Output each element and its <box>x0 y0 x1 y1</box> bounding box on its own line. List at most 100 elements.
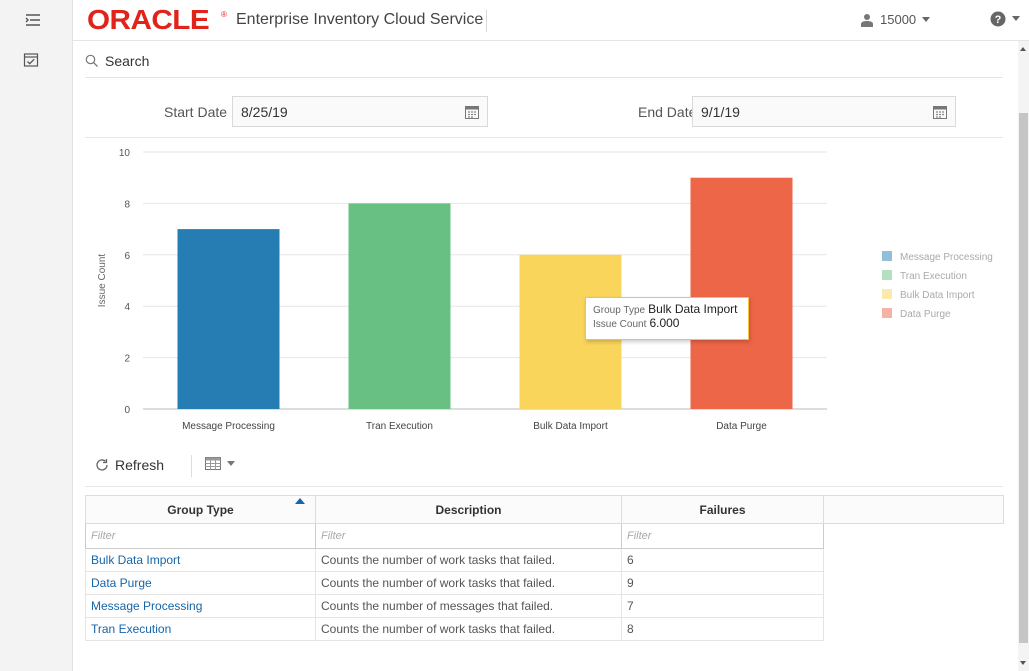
app-title: Enterprise Inventory Cloud Service <box>236 11 484 28</box>
bar[interactable] <box>348 203 451 409</box>
end-date-field[interactable]: 9/1/19 <box>692 96 956 127</box>
column-header-description[interactable]: Description <box>315 495 622 524</box>
store-selector[interactable]: 15000 <box>860 12 931 27</box>
sort-ascending-icon[interactable] <box>295 498 305 504</box>
table-toolbar: Refresh <box>85 447 1003 487</box>
scroll-down-icon[interactable] <box>1020 661 1026 665</box>
group-type-table: Group Type Description Failures Filter F… <box>85 495 1004 641</box>
end-date-label: End Date <box>638 104 697 120</box>
start-date-label: Start Date <box>164 104 228 120</box>
main-content: Search Start Date 8/25/19 End Date 9/1/1… <box>73 41 1018 671</box>
group-type-link[interactable]: Tran Execution <box>91 622 171 636</box>
refresh-icon <box>96 459 108 471</box>
oracle-logo[interactable]: ORACLE <box>87 4 210 36</box>
failures-filter[interactable]: Filter <box>621 523 824 549</box>
grid-view-icon <box>205 457 221 470</box>
tooltip-count-label: Issue Count <box>593 319 647 330</box>
table-row[interactable]: Message Processing Counts the number of m… <box>85 594 1004 618</box>
group-type-filter[interactable]: Filter <box>85 523 316 549</box>
description-cell: Counts the number of work tasks that fai… <box>315 571 622 595</box>
legend-label: Data Purge <box>900 309 951 320</box>
chart-tooltip: Group Type Bulk Data Import Issue Count … <box>585 297 749 340</box>
end-date-value: 9/1/19 <box>701 104 740 120</box>
x-tick-label: Data Purge <box>716 421 767 432</box>
table-row[interactable]: Data Purge Counts the number of work task… <box>85 571 1004 595</box>
user-icon <box>861 13 873 27</box>
vertical-scrollbar[interactable] <box>1018 41 1029 671</box>
filter-divider <box>85 137 1003 138</box>
toolbar-divider <box>191 455 192 477</box>
y-tick-label: 10 <box>119 148 131 159</box>
filter-spacer <box>823 523 1004 549</box>
group-type-cell[interactable]: Bulk Data Import <box>85 548 316 572</box>
left-rail <box>0 0 73 671</box>
column-header-failures[interactable]: Failures <box>621 495 824 524</box>
row-spacer <box>823 594 1004 618</box>
row-spacer <box>823 617 1004 641</box>
help-icon: ? <box>990 11 1006 27</box>
search-label: Search <box>105 53 150 69</box>
failures-cell: 6 <box>621 548 824 572</box>
filter-row: Filter Filter Filter <box>85 523 1004 549</box>
issue-count-bar-chart: 0 2 4 6 8 10 Issue Count Message Processing Tran… <box>97 148 993 432</box>
failures-cell: 8 <box>621 617 824 641</box>
table-row[interactable]: Bulk Data Import Counts the number of wor… <box>85 548 1004 572</box>
y-tick-label: 8 <box>124 199 130 210</box>
calendar-icon[interactable] <box>465 105 479 119</box>
failures-cell: 9 <box>621 571 824 595</box>
description-cell: Counts the number of work tasks that fai… <box>315 548 622 572</box>
y-tick-label: 0 <box>124 405 130 416</box>
tooltip-count-value: 6.000 <box>649 316 680 330</box>
help-menu[interactable]: ? <box>990 11 1020 27</box>
description-filter[interactable]: Filter <box>315 523 622 549</box>
column-header-spacer <box>823 495 1004 524</box>
row-spacer <box>823 548 1004 572</box>
search-icon <box>85 54 98 67</box>
search-toggle[interactable]: Search <box>85 45 1003 78</box>
app-header: ORACLE ® Enterprise Inventory Cloud Serv… <box>73 0 1029 41</box>
menu-icon[interactable] <box>23 11 43 31</box>
tooltip-group-label: Group Type <box>593 305 646 316</box>
x-tick-label: Bulk Data Import <box>533 421 608 432</box>
task-list-icon[interactable] <box>23 52 39 68</box>
start-date-field[interactable]: 8/25/19 <box>232 96 488 127</box>
store-id: 15000 <box>880 12 917 27</box>
y-tick-label: 2 <box>124 354 130 365</box>
tooltip-group-value: Bulk Data Import <box>648 302 738 316</box>
group-type-link[interactable]: Message Processing <box>91 599 202 613</box>
refresh-label: Refresh <box>115 457 165 473</box>
refresh-button[interactable]: Refresh <box>95 457 164 473</box>
table-row[interactable]: Tran Execution Counts the number of work … <box>85 617 1004 641</box>
legend-label: Message Processing <box>900 252 993 263</box>
x-tick-label: Tran Execution <box>366 421 433 432</box>
view-menu-button[interactable] <box>205 457 235 470</box>
chevron-down-icon <box>227 460 235 466</box>
calendar-icon[interactable] <box>933 105 947 119</box>
scroll-thumb[interactable] <box>1019 113 1028 643</box>
bar[interactable] <box>177 229 280 409</box>
description-cell: Counts the number of work tasks that fai… <box>315 617 622 641</box>
bar[interactable] <box>690 177 793 409</box>
group-type-cell[interactable]: Data Purge <box>85 571 316 595</box>
column-header-group-type[interactable]: Group Type <box>85 495 316 524</box>
failures-cell: 7 <box>621 594 824 618</box>
description-cell: Counts the number of messages that faile… <box>315 594 622 618</box>
chevron-down-icon <box>1012 16 1020 21</box>
legend-swatch <box>882 270 892 280</box>
start-date-value: 8/25/19 <box>241 104 288 120</box>
row-spacer <box>823 571 1004 595</box>
title-divider <box>486 10 487 32</box>
chevron-down-icon <box>922 16 931 22</box>
registered-mark: ® <box>221 10 227 19</box>
x-tick-label: Message Processing <box>182 421 275 432</box>
scroll-up-icon[interactable] <box>1020 47 1026 51</box>
group-type-cell[interactable]: Tran Execution <box>85 617 316 641</box>
group-type-link[interactable]: Bulk Data Import <box>91 553 180 567</box>
table-header-row: Group Type Description Failures <box>85 495 1004 524</box>
legend-swatch <box>882 308 892 318</box>
legend-label: Tran Execution <box>900 271 967 282</box>
group-type-cell[interactable]: Message Processing <box>85 594 316 618</box>
y-tick-label: 4 <box>124 302 130 313</box>
y-tick-label: 6 <box>124 251 130 262</box>
group-type-link[interactable]: Data Purge <box>91 576 152 590</box>
